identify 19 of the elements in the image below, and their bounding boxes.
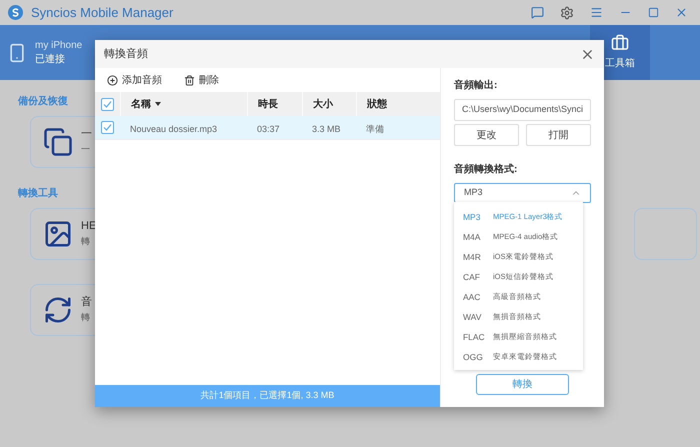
dialog-title: 轉換音頻 <box>104 46 148 62</box>
table-cell: 準備 <box>366 124 384 134</box>
status-bar: 共計1個項目，已選擇1個, 3.3 MB <box>95 385 440 407</box>
table-cell: 3.3 MB <box>312 124 341 134</box>
card-subtitle: 轉 <box>81 311 91 324</box>
section-heading: 轉換工具 <box>18 186 58 201</box>
section-heading: 備份及恢復 <box>18 94 68 109</box>
card-subtitle: 轉 <box>81 235 91 248</box>
format-label: 音頻轉換格式: <box>454 162 518 177</box>
table-cell: Nouveau dossier.mp3 <box>130 124 218 134</box>
card-subtitle: 一 <box>81 143 91 156</box>
device-name: my iPhone <box>35 38 82 52</box>
app-title: Syncios Mobile Manager <box>31 4 174 22</box>
card-title: HE <box>81 219 96 234</box>
card-title: 一 <box>81 127 92 142</box>
output-label: 音頻輸出: <box>454 78 498 93</box>
device-status: 已連接 <box>35 52 66 66</box>
card-title: 音 <box>81 295 92 310</box>
table-cell: 03:37 <box>257 124 280 134</box>
